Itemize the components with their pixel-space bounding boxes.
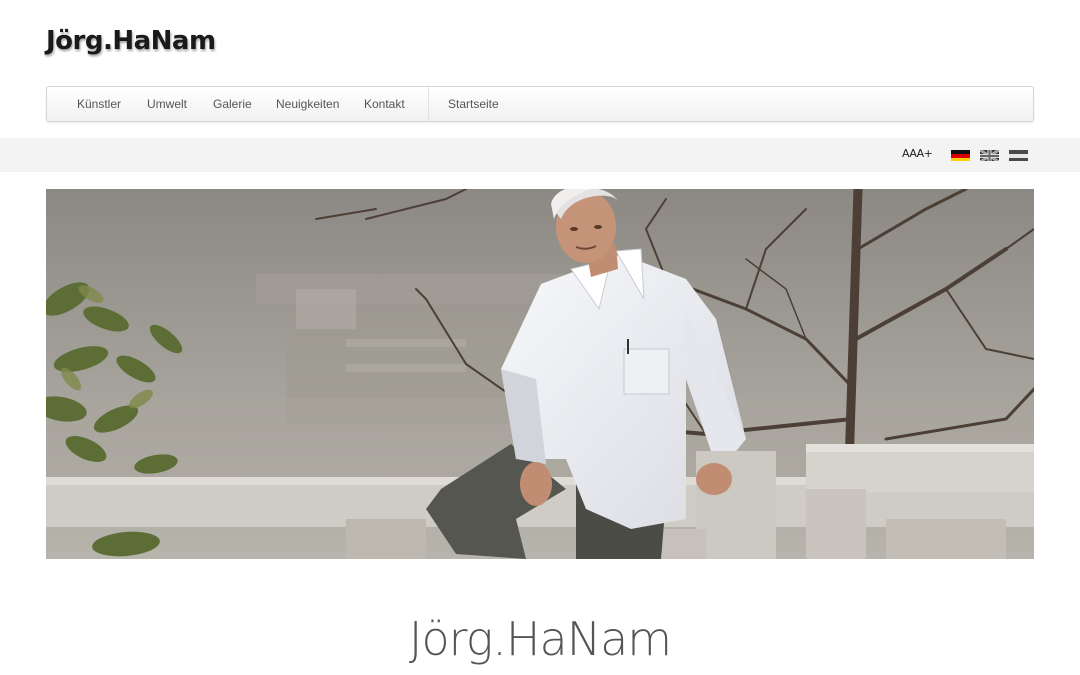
nav-item-kuenstler[interactable]: Künstler xyxy=(77,87,121,121)
hero-photo-illustration xyxy=(46,189,1034,559)
utility-bar: AAA+ xyxy=(0,138,1080,172)
nav-item-startseite[interactable]: Startseite xyxy=(448,87,499,121)
nav-item-umwelt[interactable]: Umwelt xyxy=(147,87,187,121)
flag-netherlands-icon[interactable] xyxy=(1009,149,1028,161)
nav-item-galerie[interactable]: Galerie xyxy=(213,87,252,121)
nav-item-kontakt[interactable]: Kontakt xyxy=(364,87,405,121)
nav-divider xyxy=(428,87,429,121)
site-title[interactable]: Jörg.HaNam xyxy=(46,26,216,56)
nav-item-neuigkeiten[interactable]: Neuigkeiten xyxy=(276,87,339,121)
hero-photo xyxy=(46,189,1034,559)
flag-uk-icon[interactable] xyxy=(980,149,999,161)
font-size-toggle[interactable]: AAA+ xyxy=(902,147,933,160)
flag-germany-icon[interactable] xyxy=(951,149,970,161)
page-heading: Jörg.HaNam xyxy=(408,612,672,666)
main-navigation: Künstler Umwelt Galerie Neuigkeiten Kont… xyxy=(46,86,1034,122)
